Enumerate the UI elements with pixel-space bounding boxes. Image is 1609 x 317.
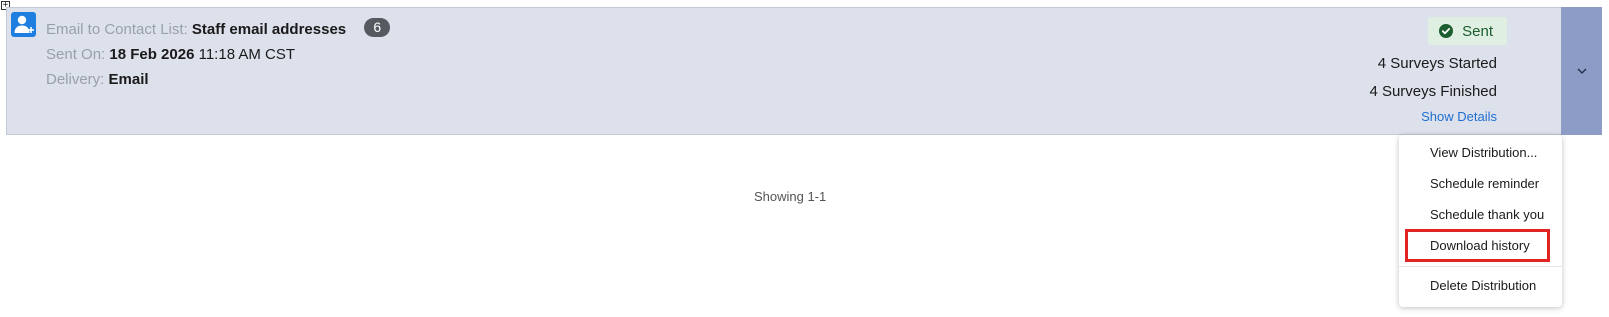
check-circle-icon [1439, 24, 1454, 38]
menu-item-view-distribution[interactable]: View Distribution... [1430, 145, 1537, 160]
contact-list-name: Staff email addresses [191, 21, 347, 38]
pagination-summary: Showing 1-1 [754, 189, 827, 204]
status-badge: Sent [1428, 17, 1507, 45]
sent-on-label: Sent On: [46, 46, 106, 63]
sent-date: 18 Feb 2026 [109, 46, 195, 63]
distribution-type-label: Email to Contact List: [46, 21, 188, 38]
distribution-card: Email to Contact List: Staff email addre… [6, 7, 1602, 135]
delivery-line: Delivery: Email [46, 67, 390, 92]
distributions-page: + Email to Contact List: Staff email add… [0, 0, 1609, 317]
contact-list-line: Email to Contact List: Staff email addre… [46, 17, 391, 42]
delivery-label: Delivery: [46, 71, 105, 88]
menu-item-schedule-reminder[interactable]: Schedule reminder [1430, 176, 1539, 191]
contact-count-badge: 6 [364, 18, 391, 37]
surveys-started-count: 4 Surveys Started [1377, 55, 1497, 72]
sent-time: 11:18 AM CST [198, 46, 296, 63]
distribution-details: Email to Contact List: Staff email addre… [46, 17, 391, 92]
menu-item-download-history[interactable]: Download history [1430, 238, 1530, 253]
actions-expand-button[interactable] [1561, 7, 1602, 135]
distribution-actions-menu: View Distribution... Schedule reminder S… [1399, 135, 1562, 307]
surveys-finished-count: 4 Surveys Finished [1369, 83, 1497, 100]
show-details-link[interactable]: Show Details [1421, 109, 1497, 124]
status-text: Sent [1462, 22, 1493, 40]
menu-item-delete-distribution[interactable]: Delete Distribution [1430, 278, 1536, 293]
menu-divider [1399, 266, 1562, 267]
add-contact-icon [11, 12, 36, 37]
delivery-method: Email [108, 71, 149, 88]
sent-on-line: Sent On: 18 Feb 2026 11:18 AM CST [46, 42, 390, 67]
chevron-down-icon [1577, 68, 1587, 74]
menu-item-schedule-thank-you[interactable]: Schedule thank you [1430, 207, 1544, 222]
